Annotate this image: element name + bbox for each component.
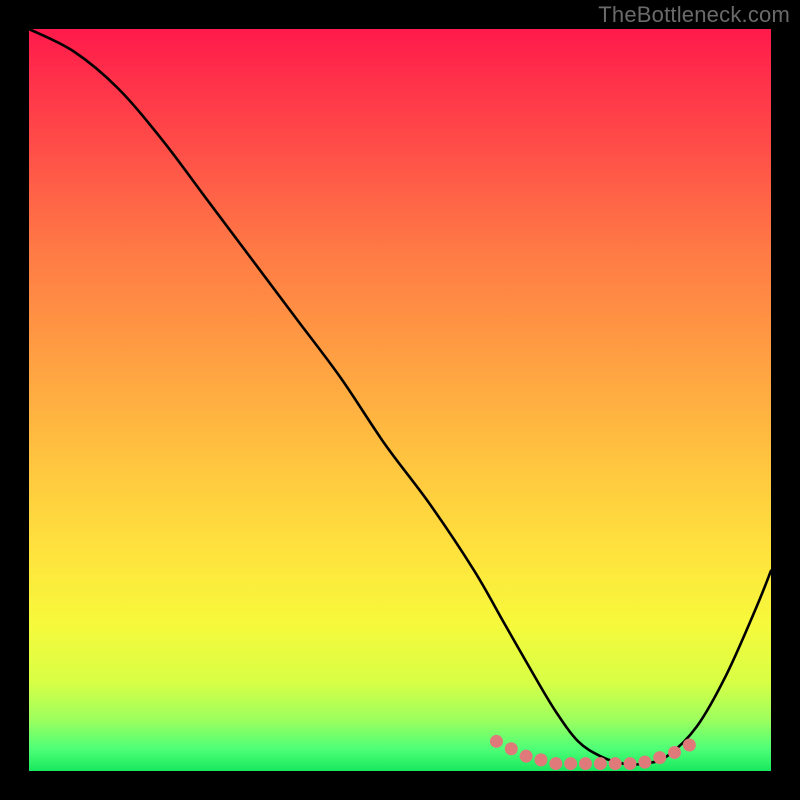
marker-dot [564, 757, 577, 770]
chart-frame: TheBottleneck.com [0, 0, 800, 800]
marker-dot [579, 757, 592, 770]
marker-dot [624, 757, 637, 770]
marker-dot [534, 753, 547, 766]
marker-dot [490, 735, 503, 748]
marker-dot [520, 750, 533, 763]
bottleneck-curve [29, 29, 771, 771]
plot-area [29, 29, 771, 771]
marker-dots [29, 29, 771, 771]
marker-dot [653, 751, 666, 764]
marker-dot [505, 742, 518, 755]
marker-dot [609, 757, 622, 770]
marker-dot [594, 757, 607, 770]
marker-dot [668, 746, 681, 759]
marker-dot [549, 757, 562, 770]
marker-dot [683, 739, 696, 752]
marker-dot [638, 756, 651, 769]
attribution-text: TheBottleneck.com [598, 2, 790, 28]
